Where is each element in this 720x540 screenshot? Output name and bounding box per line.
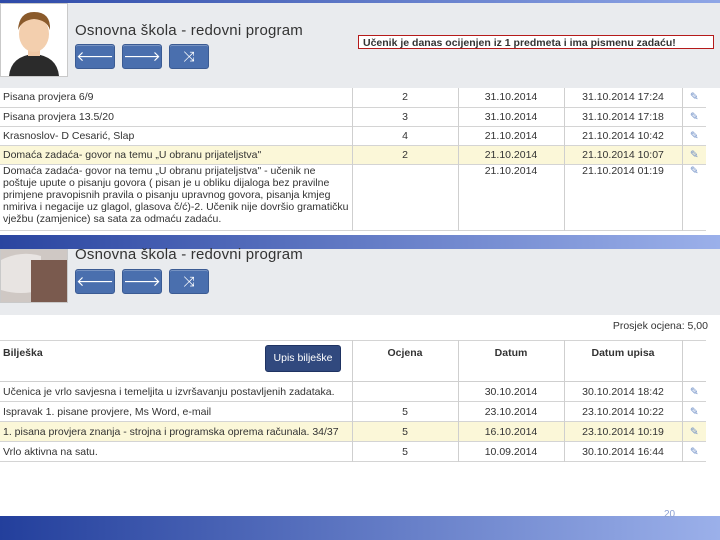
edit-icon[interactable]: ✎ xyxy=(682,402,706,422)
back-button[interactable]: 🡐 xyxy=(75,269,115,294)
edit-icon[interactable]: ✎ xyxy=(682,126,706,145)
entry-date-cell: 23.10.2014 10:19 xyxy=(564,421,683,442)
grade-cell: 4 xyxy=(352,126,459,145)
shuffle-icon: ⤨ xyxy=(183,273,195,289)
student-avatar xyxy=(0,249,68,303)
note-cell: Domaća zadaća- govor na temu „U obranu p… xyxy=(0,164,353,230)
bottom-screenshot-header: Osnovna škola - redovni program 🡐 🡒 ⤨ xyxy=(0,246,720,315)
note-cell: Učenica je vrlo savjesna i temeljita u i… xyxy=(0,381,353,402)
date-cell: 31.10.2014 xyxy=(458,88,565,107)
forward-button[interactable]: 🡒 xyxy=(122,44,162,69)
table-row: Krasnoslov- D Cesarić, Slap 4 21.10.2014… xyxy=(0,126,706,145)
note-cell: 1. pisana provjera znanja - strojna i pr… xyxy=(0,421,353,442)
edit-icon[interactable]: ✎ xyxy=(682,422,706,442)
date-cell: 21.10.2014 xyxy=(458,164,565,230)
date-cell: 16.10.2014 xyxy=(458,421,565,442)
table-row-highlighted: Domaća zadaća- govor na temu „U obranu p… xyxy=(0,145,706,164)
notice-banner: Učenik je danas ocijenjen iz 1 predmeta … xyxy=(358,35,714,49)
grade-cell: 3 xyxy=(352,107,459,126)
table-row: Vrlo aktivna na satu. 5 10.09.2014 30.10… xyxy=(0,441,706,462)
entry-date-cell: 31.10.2014 17:24 xyxy=(564,88,683,107)
column-header-grade: Ocjena xyxy=(352,340,459,382)
entry-date-cell: 21.10.2014 10:42 xyxy=(564,126,683,145)
edit-icon[interactable]: ✎ xyxy=(682,145,706,164)
shuffle-icon: ⤨ xyxy=(183,48,195,64)
date-cell: 10.09.2014 xyxy=(458,441,565,462)
table-row-highlighted: 1. pisana provjera znanja - strojna i pr… xyxy=(0,421,706,442)
grade-cell: 5 xyxy=(352,401,459,422)
edit-icon[interactable]: ✎ xyxy=(682,107,706,126)
note-cell: Pisana provjera 6/9 xyxy=(0,88,353,107)
arrow-right-icon: 🡒 xyxy=(123,273,161,289)
grade-average: Prosjek ocjena: 5,00 xyxy=(612,320,708,332)
column-header-entry-date: Datum upisa xyxy=(564,340,683,382)
note-cell: Ispravak 1. pisane provjere, Ms Word, e-… xyxy=(0,401,353,422)
shuffle-button[interactable]: ⤨ xyxy=(169,269,209,294)
grade-cell: 2 xyxy=(352,88,459,107)
edit-icon[interactable]: ✎ xyxy=(682,164,706,230)
grade-cell: 5 xyxy=(352,441,459,462)
date-cell: 30.10.2014 xyxy=(458,381,565,402)
edit-icon[interactable]: ✎ xyxy=(682,442,706,462)
grade-cell: 2 xyxy=(352,145,459,164)
date-cell: 23.10.2014 xyxy=(458,401,565,422)
note-cell: Domaća zadaća- govor na temu „U obranu p… xyxy=(0,145,353,164)
arrow-left-icon: 🡐 xyxy=(76,273,114,289)
top-screenshot-header: Osnovna škola - redovni program 🡐 🡒 ⤨ Uč… xyxy=(0,3,720,88)
notes-table: Bilješka Ocjena Datum Datum upisa Učenic… xyxy=(0,340,706,462)
table-row: Ispravak 1. pisane provjere, Ms Word, e-… xyxy=(0,401,706,422)
column-header-edit xyxy=(682,340,706,382)
grade-cell: 5 xyxy=(352,421,459,442)
student-avatar xyxy=(0,3,68,77)
entry-date-cell: 23.10.2014 10:22 xyxy=(564,401,683,422)
date-cell: 31.10.2014 xyxy=(458,107,565,126)
table-row: Pisana provjera 6/9 2 31.10.2014 31.10.2… xyxy=(0,88,706,107)
arrow-right-icon: 🡒 xyxy=(123,48,161,64)
grades-table: Pisana provjera 6/9 2 31.10.2014 31.10.2… xyxy=(0,88,706,231)
forward-button[interactable]: 🡒 xyxy=(122,269,162,294)
note-cell: Krasnoslov- D Cesarić, Slap xyxy=(0,126,353,145)
school-title: Osnovna škola - redovni program xyxy=(75,246,303,263)
page-number: 20 xyxy=(664,509,676,520)
back-button[interactable]: 🡐 xyxy=(75,44,115,69)
entry-date-cell: 21.10.2014 10:07 xyxy=(564,145,683,164)
slide-bottom-bar xyxy=(0,516,720,540)
entry-date-cell: 21.10.2014 01:19 xyxy=(564,164,683,230)
column-header-date: Datum xyxy=(458,340,565,382)
entry-date-cell: 30.10.2014 16:44 xyxy=(564,441,683,462)
table-row: Domaća zadaća- govor na temu „U obranu p… xyxy=(0,164,706,230)
edit-icon[interactable]: ✎ xyxy=(682,382,706,402)
table-header-row: Bilješka Ocjena Datum Datum upisa xyxy=(0,340,706,382)
arrow-left-icon: 🡐 xyxy=(76,48,114,64)
entry-date-cell: 30.10.2014 18:42 xyxy=(564,381,683,402)
add-note-button[interactable]: Upis bilješke xyxy=(265,345,341,372)
table-row: Učenica je vrlo savjesna i temeljita u i… xyxy=(0,381,706,402)
note-cell: Vrlo aktivna na satu. xyxy=(0,441,353,462)
school-title: Osnovna škola - redovni program xyxy=(75,22,303,39)
grade-cell xyxy=(352,381,459,402)
date-cell: 21.10.2014 xyxy=(458,126,565,145)
entry-date-cell: 31.10.2014 17:18 xyxy=(564,107,683,126)
date-cell: 21.10.2014 xyxy=(458,145,565,164)
grade-cell xyxy=(352,164,459,230)
note-cell: Pisana provjera 13.5/20 xyxy=(0,107,353,126)
edit-icon[interactable]: ✎ xyxy=(682,88,706,107)
table-row: Pisana provjera 13.5/20 3 31.10.2014 31.… xyxy=(0,107,706,126)
shuffle-button[interactable]: ⤨ xyxy=(169,44,209,69)
